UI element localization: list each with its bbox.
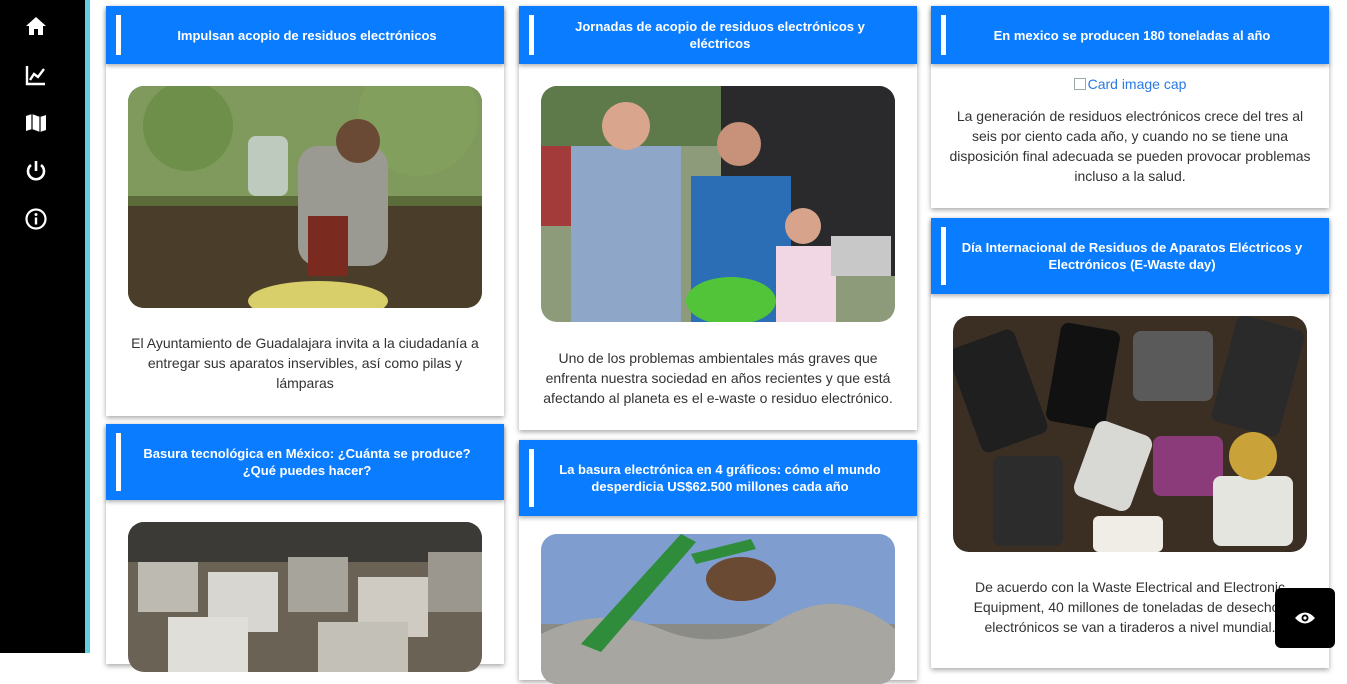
broken-image-placeholder: Card image cap	[931, 76, 1329, 92]
eye-toggle-button[interactable]	[1275, 588, 1335, 648]
card-image	[953, 316, 1307, 552]
info-icon[interactable]	[24, 207, 48, 231]
card-title[interactable]: Jornadas de acopio de residuos electróni…	[519, 6, 917, 64]
sidebar	[0, 0, 85, 653]
card-image	[128, 86, 482, 308]
card-title[interactable]: Basura tecnológica en México: ¿Cuánta se…	[106, 424, 504, 500]
map-icon[interactable]	[24, 111, 48, 135]
card-image	[541, 86, 895, 322]
news-card[interactable]: Jornadas de acopio de residuos electróni…	[519, 6, 917, 430]
news-card[interactable]: Basura tecnológica en México: ¿Cuánta se…	[106, 424, 504, 672]
news-card[interactable]: En mexico se producen 180 toneladas al a…	[931, 6, 1329, 208]
card-text: Uno de los problemas ambientales más gra…	[543, 350, 893, 406]
home-icon[interactable]	[24, 14, 48, 38]
card-title[interactable]: La basura electrónica en 4 gráficos: cóm…	[519, 440, 917, 516]
card-title[interactable]: En mexico se producen 180 toneladas al a…	[931, 6, 1329, 64]
broken-image-icon	[1073, 78, 1086, 90]
eye-icon	[1294, 610, 1316, 626]
news-card[interactable]: Impulsan acopio de residuos electrónicos…	[106, 6, 504, 416]
image-alt-text: Card image cap	[1087, 76, 1187, 92]
card-text: De acuerdo con la Waste Electrical and E…	[973, 579, 1287, 635]
card-title[interactable]: Día Internacional de Residuos de Aparato…	[931, 218, 1329, 294]
card-image	[128, 522, 482, 672]
card-title[interactable]: Impulsan acopio de residuos electrónicos	[106, 6, 504, 64]
card-image	[541, 534, 895, 684]
sidebar-accent-bar	[85, 0, 90, 653]
news-card[interactable]: La basura electrónica en 4 gráficos: cóm…	[519, 440, 917, 684]
power-icon[interactable]	[24, 159, 48, 183]
card-text: El Ayuntamiento de Guadalajara invita a …	[131, 335, 479, 391]
news-card[interactable]: Día Internacional de Residuos de Aparato…	[931, 218, 1329, 668]
chart-line-icon[interactable]	[24, 63, 48, 87]
card-text: La generación de residuos electrónicos c…	[949, 108, 1311, 184]
